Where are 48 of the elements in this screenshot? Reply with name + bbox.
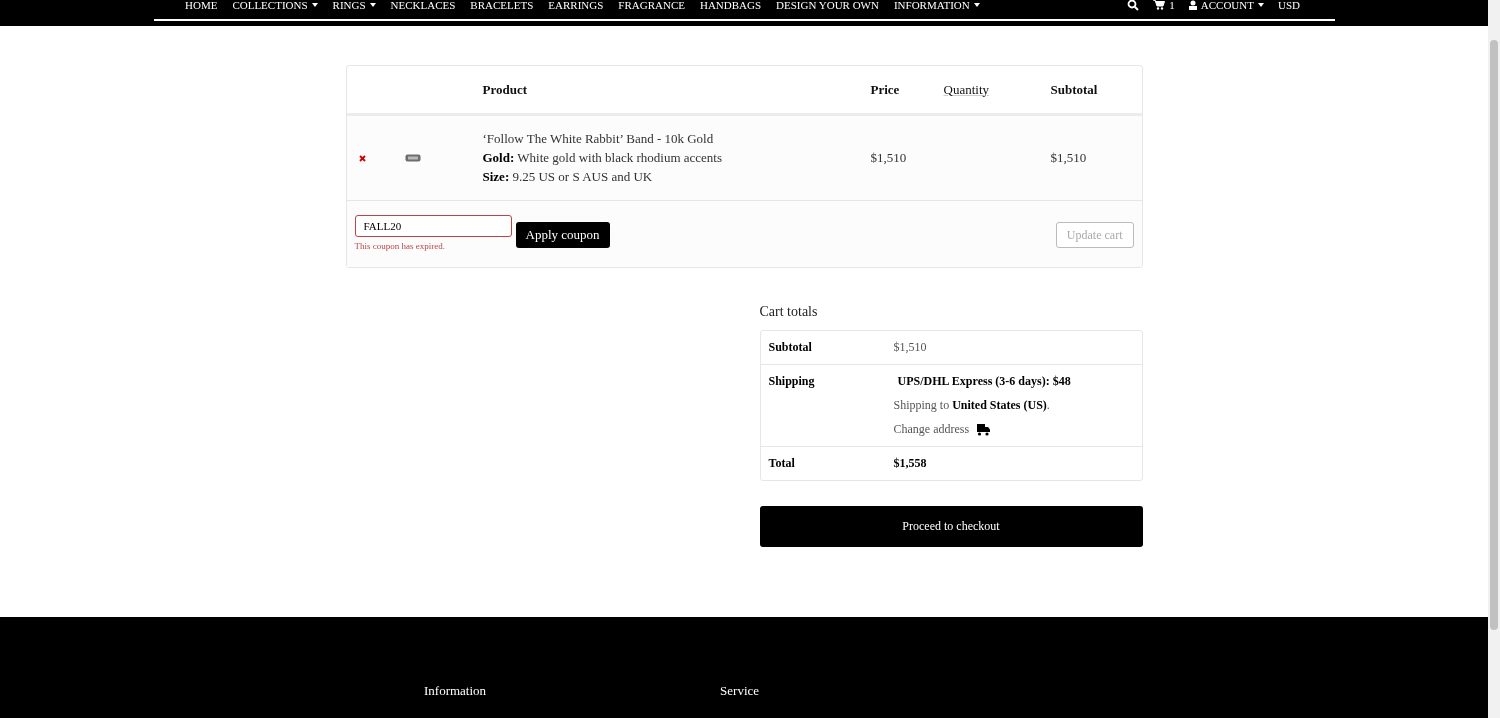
- shipping-destination: Shipping to United States (US).: [893, 398, 1051, 413]
- search-icon[interactable]: [1127, 0, 1140, 11]
- user-icon[interactable]: [1188, 0, 1197, 10]
- error-message: This coupon has expired.: [354, 241, 446, 251]
- column-header: Price: [870, 81, 901, 98]
- apply-coupon-button[interactable]: Apply coupon: [515, 222, 610, 248]
- row-label: Subtotal: [768, 340, 813, 355]
- product-attribute: Size: 9.25 US or S AUS and UK: [482, 169, 654, 185]
- product-name[interactable]: ‘Follow The White Rabbit’ Band - 10k Gold: [482, 131, 871, 147]
- subtotal-cell-text: $1,510: [1050, 150, 1088, 166]
- account-link[interactable]: ACCOUNT: [1200, 0, 1254, 11]
- scrollbar[interactable]: [1488, 0, 1500, 718]
- nav-link[interactable]: BRACELETS: [470, 0, 534, 11]
- caret-icon[interactable]: [369, 2, 376, 7]
- ring-icon: [404, 154, 421, 162]
- coupon-field[interactable]: FALL20: [354, 215, 512, 237]
- nav-link[interactable]: INFORMATION: [893, 0, 970, 11]
- cart-count: 1: [1169, 0, 1175, 11]
- caret-icon[interactable]: [1258, 2, 1264, 7]
- caret-icon[interactable]: [973, 2, 980, 7]
- cart-icon[interactable]: [1153, 0, 1166, 10]
- nav-link[interactable]: DESIGN YOUR OWN: [776, 0, 879, 11]
- row-label: Total: [768, 456, 796, 471]
- shipping-method: UPS/DHL Express (3-6 days): $48: [896, 374, 1071, 389]
- nav-link[interactable]: COLLECTIONS: [232, 0, 308, 11]
- product-attribute: Gold: White gold with black rhodium accents: [482, 150, 723, 166]
- column-header: Subtotal: [1050, 81, 1099, 98]
- footer-heading: Service: [720, 683, 760, 699]
- checkout-button[interactable]: Proceed to checkout: [759, 506, 1143, 547]
- nav-link[interactable]: HANDBAGS: [699, 0, 762, 11]
- caret-icon[interactable]: [311, 2, 318, 7]
- section-title: Cart totals: [759, 304, 819, 320]
- column-header: Quantity: [943, 81, 990, 98]
- truck-icon: [977, 423, 991, 436]
- price-cell-text: $1,510: [870, 150, 908, 166]
- currency-link[interactable]: USD: [1278, 0, 1300, 11]
- column-header: Product: [482, 81, 529, 98]
- total-value: $1,558: [893, 456, 927, 471]
- row-label: Shipping: [768, 374, 816, 390]
- nav-link[interactable]: NECKLACES: [390, 0, 456, 11]
- footer-heading: Information: [424, 683, 487, 699]
- nav-link[interactable]: FRAGRANCE: [618, 0, 685, 11]
- subtotal-value: $1,510: [893, 340, 927, 355]
- nav-link[interactable]: RINGS: [332, 0, 366, 11]
- nav-link[interactable]: HOME: [185, 0, 218, 11]
- remove-icon[interactable]: [358, 155, 366, 162]
- nav-link[interactable]: EARRINGS: [548, 0, 604, 11]
- change-address-link[interactable]: Change address: [893, 422, 970, 437]
